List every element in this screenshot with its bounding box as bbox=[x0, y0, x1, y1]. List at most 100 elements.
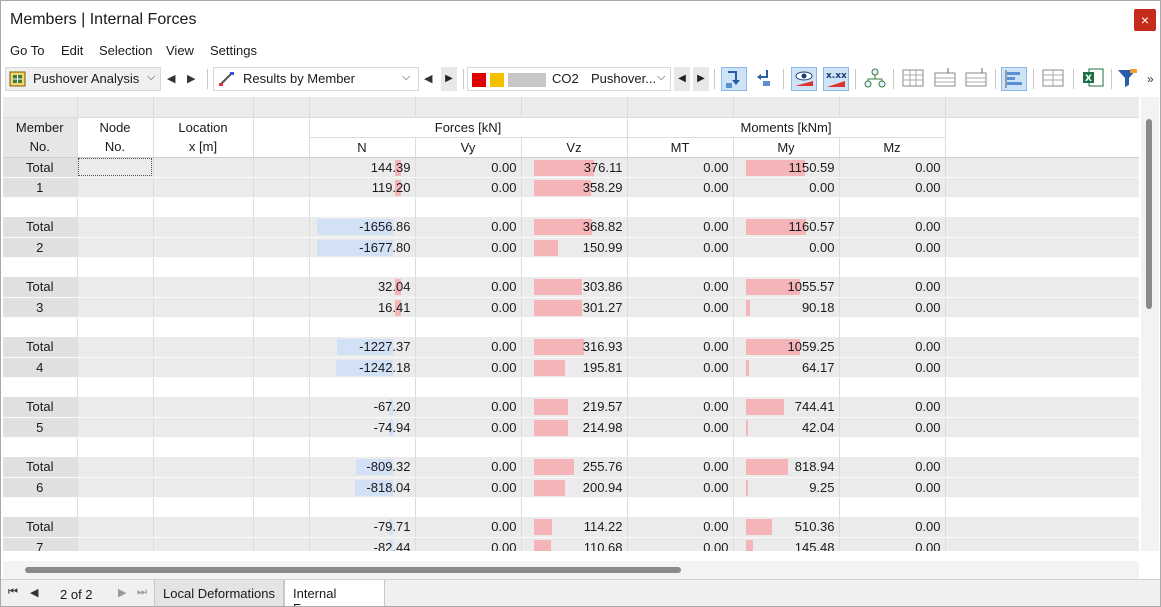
mt-cell[interactable]: 0.00 bbox=[627, 397, 733, 417]
my-cell[interactable]: 510.36 bbox=[733, 517, 839, 537]
table-row[interactable]: 1119.200.00358.290.000.000.00 bbox=[3, 177, 1139, 197]
my-cell[interactable]: 42.04 bbox=[733, 417, 839, 437]
mt-cell[interactable]: 0.00 bbox=[627, 177, 733, 197]
mt-cell[interactable]: 0.00 bbox=[627, 477, 733, 497]
mz-cell[interactable]: 0.00 bbox=[839, 217, 945, 237]
vy-cell[interactable]: 0.00 bbox=[415, 337, 521, 357]
mz-cell[interactable]: 0.00 bbox=[839, 277, 945, 297]
table-row[interactable]: 2-1677.800.00150.990.000.000.00 bbox=[3, 237, 1139, 257]
vz-cell[interactable]: 368.82 bbox=[521, 217, 627, 237]
menu-edit[interactable]: Edit bbox=[61, 43, 83, 58]
prev-arrow-icon[interactable]: ◀ bbox=[167, 72, 175, 85]
mt-cell[interactable]: 0.00 bbox=[627, 297, 733, 317]
table-row[interactable]: 5-74.940.00214.980.0042.040.00 bbox=[3, 417, 1139, 437]
node-no-cell[interactable] bbox=[77, 477, 153, 497]
member-no-cell[interactable]: Total bbox=[3, 337, 77, 357]
my-cell[interactable]: 1055.57 bbox=[733, 277, 839, 297]
node-no-cell[interactable] bbox=[77, 357, 153, 377]
my-cell[interactable]: 145.48 bbox=[733, 537, 839, 551]
member-no-cell[interactable]: 7 bbox=[3, 537, 77, 551]
node-no-cell[interactable] bbox=[77, 157, 153, 177]
vz-cell[interactable]: 200.94 bbox=[521, 477, 627, 497]
mz-cell[interactable]: 0.00 bbox=[839, 237, 945, 257]
mz-cell[interactable]: 0.00 bbox=[839, 477, 945, 497]
location-cell[interactable] bbox=[153, 457, 253, 477]
location-cell[interactable] bbox=[153, 217, 253, 237]
member-no-cell[interactable]: Total bbox=[3, 157, 77, 177]
node-no-cell[interactable] bbox=[77, 517, 153, 537]
member-no-cell[interactable]: 2 bbox=[3, 237, 77, 257]
my-cell[interactable]: 0.00 bbox=[733, 177, 839, 197]
jump-to-object-button[interactable] bbox=[721, 67, 747, 91]
column-settings-button[interactable] bbox=[1041, 67, 1067, 91]
show-in-model-button[interactable] bbox=[791, 67, 817, 91]
node-no-cell[interactable] bbox=[77, 177, 153, 197]
n-cell[interactable]: -82.44 bbox=[309, 537, 415, 551]
mz-cell[interactable]: 0.00 bbox=[839, 457, 945, 477]
vz-cell[interactable]: 110.68 bbox=[521, 537, 627, 551]
mz-cell[interactable]: 0.00 bbox=[839, 537, 945, 551]
vz-cell[interactable]: 214.98 bbox=[521, 417, 627, 437]
toolbar-overflow-icon[interactable]: » bbox=[1147, 72, 1154, 86]
node-no-cell[interactable] bbox=[77, 277, 153, 297]
location-cell[interactable] bbox=[153, 277, 253, 297]
vz-cell[interactable]: 195.81 bbox=[521, 357, 627, 377]
location-cell[interactable] bbox=[153, 177, 253, 197]
mt-cell[interactable]: 0.00 bbox=[627, 517, 733, 537]
mt-cell[interactable]: 0.00 bbox=[627, 237, 733, 257]
horizontal-scroll-thumb[interactable] bbox=[25, 567, 681, 573]
vz-cell[interactable]: 114.22 bbox=[521, 517, 627, 537]
tab-internal-forces[interactable]: Internal Forces bbox=[284, 580, 385, 607]
export-excel-button[interactable]: X bbox=[1081, 67, 1107, 91]
n-cell[interactable]: -1656.86 bbox=[309, 217, 415, 237]
table-row[interactable]: Total32.040.00303.860.001055.570.00 bbox=[3, 277, 1139, 297]
vy-cell[interactable]: 0.00 bbox=[415, 157, 521, 177]
n-cell[interactable]: 119.20 bbox=[309, 177, 415, 197]
combination-dropdown[interactable]: CO2 Pushover... ⌵ bbox=[467, 67, 671, 91]
filter-button[interactable] bbox=[1115, 67, 1141, 91]
my-cell[interactable]: 1059.25 bbox=[733, 337, 839, 357]
member-no-cell[interactable]: 5 bbox=[3, 417, 77, 437]
node-no-cell[interactable] bbox=[77, 537, 153, 551]
mz-cell[interactable]: 0.00 bbox=[839, 517, 945, 537]
vz-cell[interactable]: 358.29 bbox=[521, 177, 627, 197]
n-cell[interactable]: 32.04 bbox=[309, 277, 415, 297]
n-cell[interactable]: -1242.18 bbox=[309, 357, 415, 377]
result-bars-button[interactable] bbox=[1001, 67, 1027, 91]
show-values-button[interactable]: x.xx bbox=[823, 67, 849, 91]
first-page-icon[interactable]: ⏮ bbox=[8, 586, 18, 599]
close-button[interactable]: × bbox=[1134, 9, 1156, 31]
mt-cell[interactable]: 0.00 bbox=[627, 157, 733, 177]
location-cell[interactable] bbox=[153, 417, 253, 437]
table-row[interactable]: Total144.390.00376.110.001150.590.00 bbox=[3, 157, 1139, 177]
vy-cell[interactable]: 0.00 bbox=[415, 237, 521, 257]
table-row[interactable]: 4-1242.180.00195.810.0064.170.00 bbox=[3, 357, 1139, 377]
vz-cell[interactable]: 301.27 bbox=[521, 297, 627, 317]
member-no-cell[interactable]: 6 bbox=[3, 477, 77, 497]
vy-cell[interactable]: 0.00 bbox=[415, 357, 521, 377]
n-cell[interactable]: 144.39 bbox=[309, 157, 415, 177]
prev-arrow-icon[interactable]: ◀ bbox=[424, 72, 432, 85]
mz-cell[interactable]: 0.00 bbox=[839, 177, 945, 197]
location-cell[interactable] bbox=[153, 517, 253, 537]
node-no-cell[interactable] bbox=[77, 337, 153, 357]
vy-cell[interactable]: 0.00 bbox=[415, 217, 521, 237]
location-cell[interactable] bbox=[153, 397, 253, 417]
mt-cell[interactable]: 0.00 bbox=[627, 457, 733, 477]
table-row[interactable]: Total-1227.370.00316.930.001059.250.00 bbox=[3, 337, 1139, 357]
next-arrow-icon[interactable]: ▶ bbox=[441, 67, 457, 91]
member-no-cell[interactable]: 1 bbox=[3, 177, 77, 197]
location-cell[interactable] bbox=[153, 157, 253, 177]
n-cell[interactable]: -79.71 bbox=[309, 517, 415, 537]
mz-cell[interactable]: 0.00 bbox=[839, 357, 945, 377]
n-cell[interactable]: -1227.37 bbox=[309, 337, 415, 357]
vertical-scrollbar[interactable] bbox=[1141, 97, 1159, 551]
menu-selection[interactable]: Selection bbox=[99, 43, 152, 58]
location-cell[interactable] bbox=[153, 477, 253, 497]
table-row[interactable]: Total-79.710.00114.220.00510.360.00 bbox=[3, 517, 1139, 537]
vy-cell[interactable]: 0.00 bbox=[415, 177, 521, 197]
my-cell[interactable]: 744.41 bbox=[733, 397, 839, 417]
mt-cell[interactable]: 0.00 bbox=[627, 417, 733, 437]
mz-cell[interactable]: 0.00 bbox=[839, 297, 945, 317]
vz-cell[interactable]: 376.11 bbox=[521, 157, 627, 177]
